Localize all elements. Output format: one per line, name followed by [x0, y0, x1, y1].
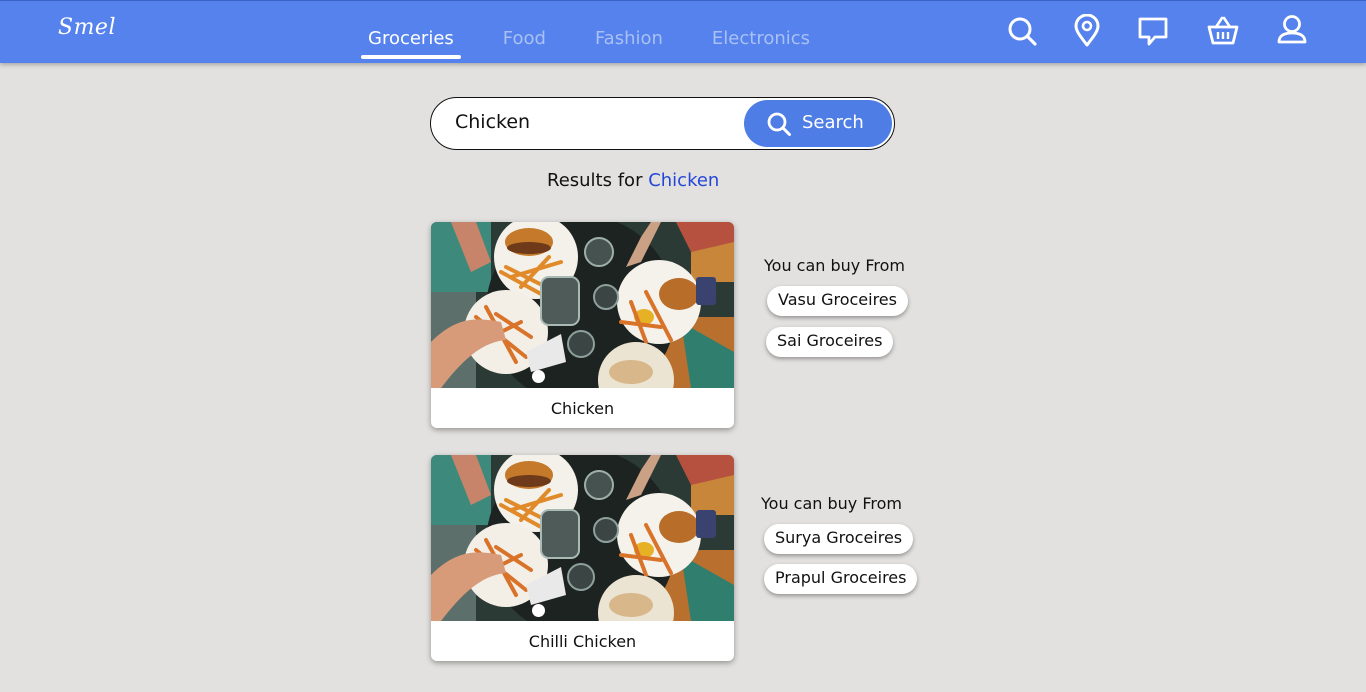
- search-button-label: Search: [802, 112, 864, 133]
- top-nav-bar: Smel Groceries Food Fashion Electronics: [0, 0, 1366, 63]
- carousel-indicator[interactable]: [532, 370, 545, 383]
- buy-from-label: You can buy From: [764, 256, 905, 275]
- results-prefix: Results for: [547, 170, 643, 191]
- logo[interactable]: Smel: [58, 15, 116, 40]
- search-icon[interactable]: [1006, 14, 1038, 48]
- search-icon: [766, 111, 792, 137]
- user-icon[interactable]: [1276, 14, 1308, 48]
- buy-from-label: You can buy From: [761, 494, 902, 513]
- store-button-sai[interactable]: Sai Groceires: [766, 327, 894, 357]
- store-button-prapul[interactable]: Prapul Groceires: [764, 564, 918, 594]
- product-image[interactable]: [431, 222, 734, 388]
- search-input[interactable]: [455, 111, 745, 133]
- product-name: Chicken: [550, 399, 615, 418]
- basket-icon[interactable]: [1207, 14, 1239, 48]
- tab-food[interactable]: Food: [496, 28, 553, 49]
- product-card[interactable]: Chicken: [431, 222, 734, 428]
- chat-icon[interactable]: [1137, 14, 1169, 48]
- category-tabs: Groceries Food Fashion Electronics: [361, 28, 852, 59]
- search-bar: Search: [430, 97, 895, 150]
- location-pin-icon[interactable]: [1071, 13, 1103, 48]
- product-card[interactable]: Chilli Chicken: [431, 455, 734, 661]
- product-image[interactable]: [431, 455, 734, 621]
- results-heading: Results for Chicken: [547, 170, 719, 191]
- carousel-indicator[interactable]: [532, 604, 545, 617]
- store-button-surya[interactable]: Surya Groceires: [764, 524, 914, 554]
- product-name: Chilli Chicken: [528, 632, 637, 651]
- tab-groceries[interactable]: Groceries: [361, 28, 461, 59]
- store-button-vasu[interactable]: Vasu Groceires: [767, 286, 908, 316]
- results-term[interactable]: Chicken: [648, 170, 719, 191]
- tab-fashion[interactable]: Fashion: [588, 28, 670, 49]
- tab-electronics[interactable]: Electronics: [705, 28, 817, 49]
- search-button[interactable]: Search: [744, 100, 892, 147]
